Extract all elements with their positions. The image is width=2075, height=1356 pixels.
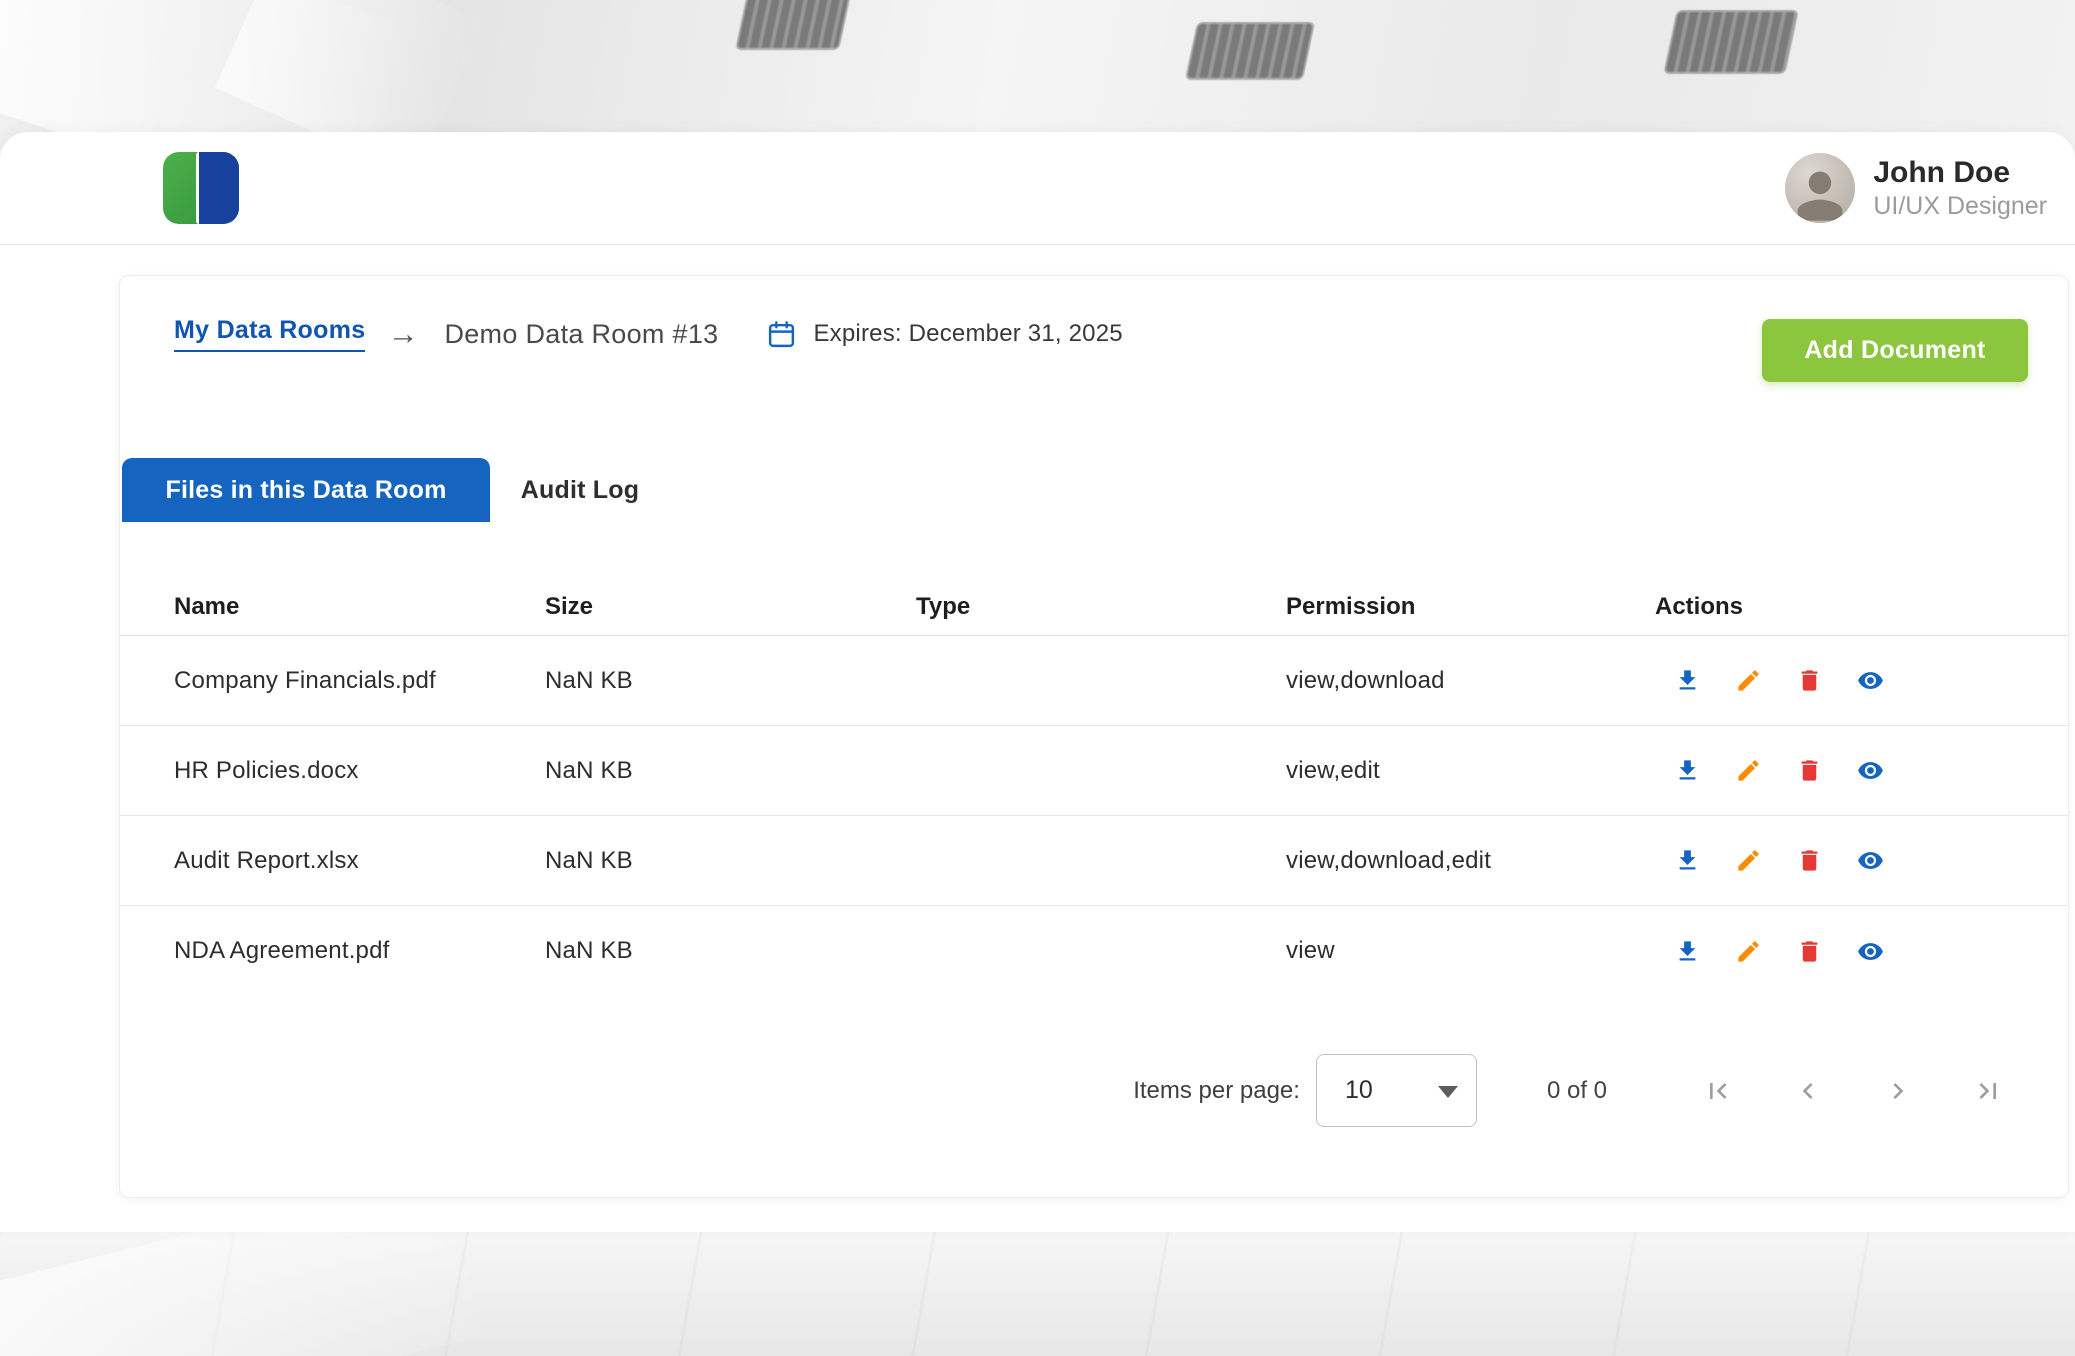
download-icon[interactable] [1670, 664, 1704, 698]
breadcrumb-arrow-icon: → [387, 316, 418, 352]
calendar-icon [766, 319, 797, 350]
pencil-icon[interactable] [1731, 934, 1765, 968]
column-header-size: Size [545, 593, 916, 621]
user-profile[interactable]: John Doe UI/UX Designer [1785, 153, 2047, 223]
file-size: NaN KB [545, 757, 916, 785]
last-page-icon[interactable] [1971, 1074, 2005, 1108]
table-row: NDA Agreement.pdf NaN KB view [120, 906, 2068, 996]
chevron-right-icon[interactable] [1881, 1074, 1915, 1108]
avatar[interactable] [1785, 153, 1855, 223]
file-permission: view,edit [1286, 757, 1655, 785]
files-table: Name Size Type Permission Actions Compan… [120, 578, 2068, 996]
file-size: NaN KB [545, 667, 916, 695]
table-row: Audit Report.xlsx NaN KB view,download,e… [120, 816, 2068, 906]
app-header: John Doe UI/UX Designer [0, 132, 2075, 245]
items-per-page-label: Items per page: [1133, 1077, 1300, 1105]
table-body: Company Financials.pdf NaN KB view,downl… [120, 636, 2068, 996]
trash-icon[interactable] [1792, 754, 1826, 788]
logo-blue-shape [196, 152, 239, 224]
column-header-actions: Actions [1655, 593, 2028, 621]
column-header-permission: Permission [1286, 593, 1655, 621]
add-document-button[interactable]: Add Document [1762, 319, 2028, 382]
file-permission: view,download,edit [1286, 847, 1655, 875]
pager-buttons [1701, 1074, 2005, 1108]
breadcrumb-my-data-rooms-link[interactable]: My Data Rooms [174, 316, 365, 352]
column-header-name: Name [174, 593, 545, 621]
row-actions [1670, 934, 2028, 968]
page-size-value: 10 [1345, 1076, 1373, 1105]
user-meta: John Doe UI/UX Designer [1873, 156, 2047, 221]
row-actions [1670, 664, 2028, 698]
file-permission: view [1286, 937, 1655, 965]
person-icon [1792, 167, 1848, 223]
tab-bar: Files in this Data Room Audit Log [122, 458, 670, 522]
file-permission: view,download [1286, 667, 1655, 695]
eye-icon[interactable] [1853, 934, 1887, 968]
file-name: Company Financials.pdf [174, 667, 545, 695]
table-row: HR Policies.docx NaN KB view,edit [120, 726, 2068, 816]
file-name: Audit Report.xlsx [174, 847, 545, 875]
ceiling-vent [735, 0, 851, 50]
data-room-card: My Data Rooms → Demo Data Room #13 Expir… [119, 275, 2069, 1198]
background-floor [0, 1226, 2075, 1356]
table-row: Company Financials.pdf NaN KB view,downl… [120, 636, 2068, 726]
eye-icon[interactable] [1853, 844, 1887, 878]
chevron-left-icon[interactable] [1791, 1074, 1825, 1108]
tab-audit-log[interactable]: Audit Log [490, 458, 670, 522]
trash-icon[interactable] [1792, 934, 1826, 968]
pencil-icon[interactable] [1731, 664, 1765, 698]
download-icon[interactable] [1670, 754, 1704, 788]
file-size: NaN KB [545, 937, 916, 965]
ceiling-vent [1185, 22, 1315, 80]
pencil-icon[interactable] [1731, 844, 1765, 878]
row-actions [1670, 844, 2028, 878]
table-header-row: Name Size Type Permission Actions [120, 578, 2068, 636]
user-name: John Doe [1873, 156, 2047, 189]
trash-icon[interactable] [1792, 844, 1826, 878]
row-actions [1670, 754, 2028, 788]
download-icon[interactable] [1670, 934, 1704, 968]
chevron-down-icon [1438, 1086, 1458, 1098]
column-header-type: Type [916, 593, 1286, 621]
expiry-date: Expires: December 31, 2025 [813, 320, 1122, 348]
background-ceiling [0, 0, 2075, 150]
trash-icon[interactable] [1792, 664, 1826, 698]
app-logo[interactable] [163, 152, 239, 224]
page-range: 0 of 0 [1547, 1077, 1607, 1105]
file-name: HR Policies.docx [174, 757, 545, 785]
pagination: Items per page: 10 0 of 0 [120, 1054, 2068, 1127]
tab-files-in-data-room[interactable]: Files in this Data Room [122, 458, 490, 522]
eye-icon[interactable] [1853, 754, 1887, 788]
user-role: UI/UX Designer [1873, 192, 2047, 221]
download-icon[interactable] [1670, 844, 1704, 878]
eye-icon[interactable] [1853, 664, 1887, 698]
first-page-icon[interactable] [1701, 1074, 1735, 1108]
file-name: NDA Agreement.pdf [174, 937, 545, 965]
breadcrumb-current-room: Demo Data Room #13 [444, 319, 718, 350]
pencil-icon[interactable] [1731, 754, 1765, 788]
page-size-select[interactable]: 10 [1316, 1054, 1477, 1127]
page: John Doe UI/UX Designer My Data Rooms → … [0, 0, 2075, 1356]
ceiling-vent [1663, 10, 1799, 74]
breadcrumb: My Data Rooms → Demo Data Room #13 Expir… [174, 312, 1123, 356]
file-size: NaN KB [545, 847, 916, 875]
main-surface: John Doe UI/UX Designer My Data Rooms → … [0, 132, 2075, 1232]
